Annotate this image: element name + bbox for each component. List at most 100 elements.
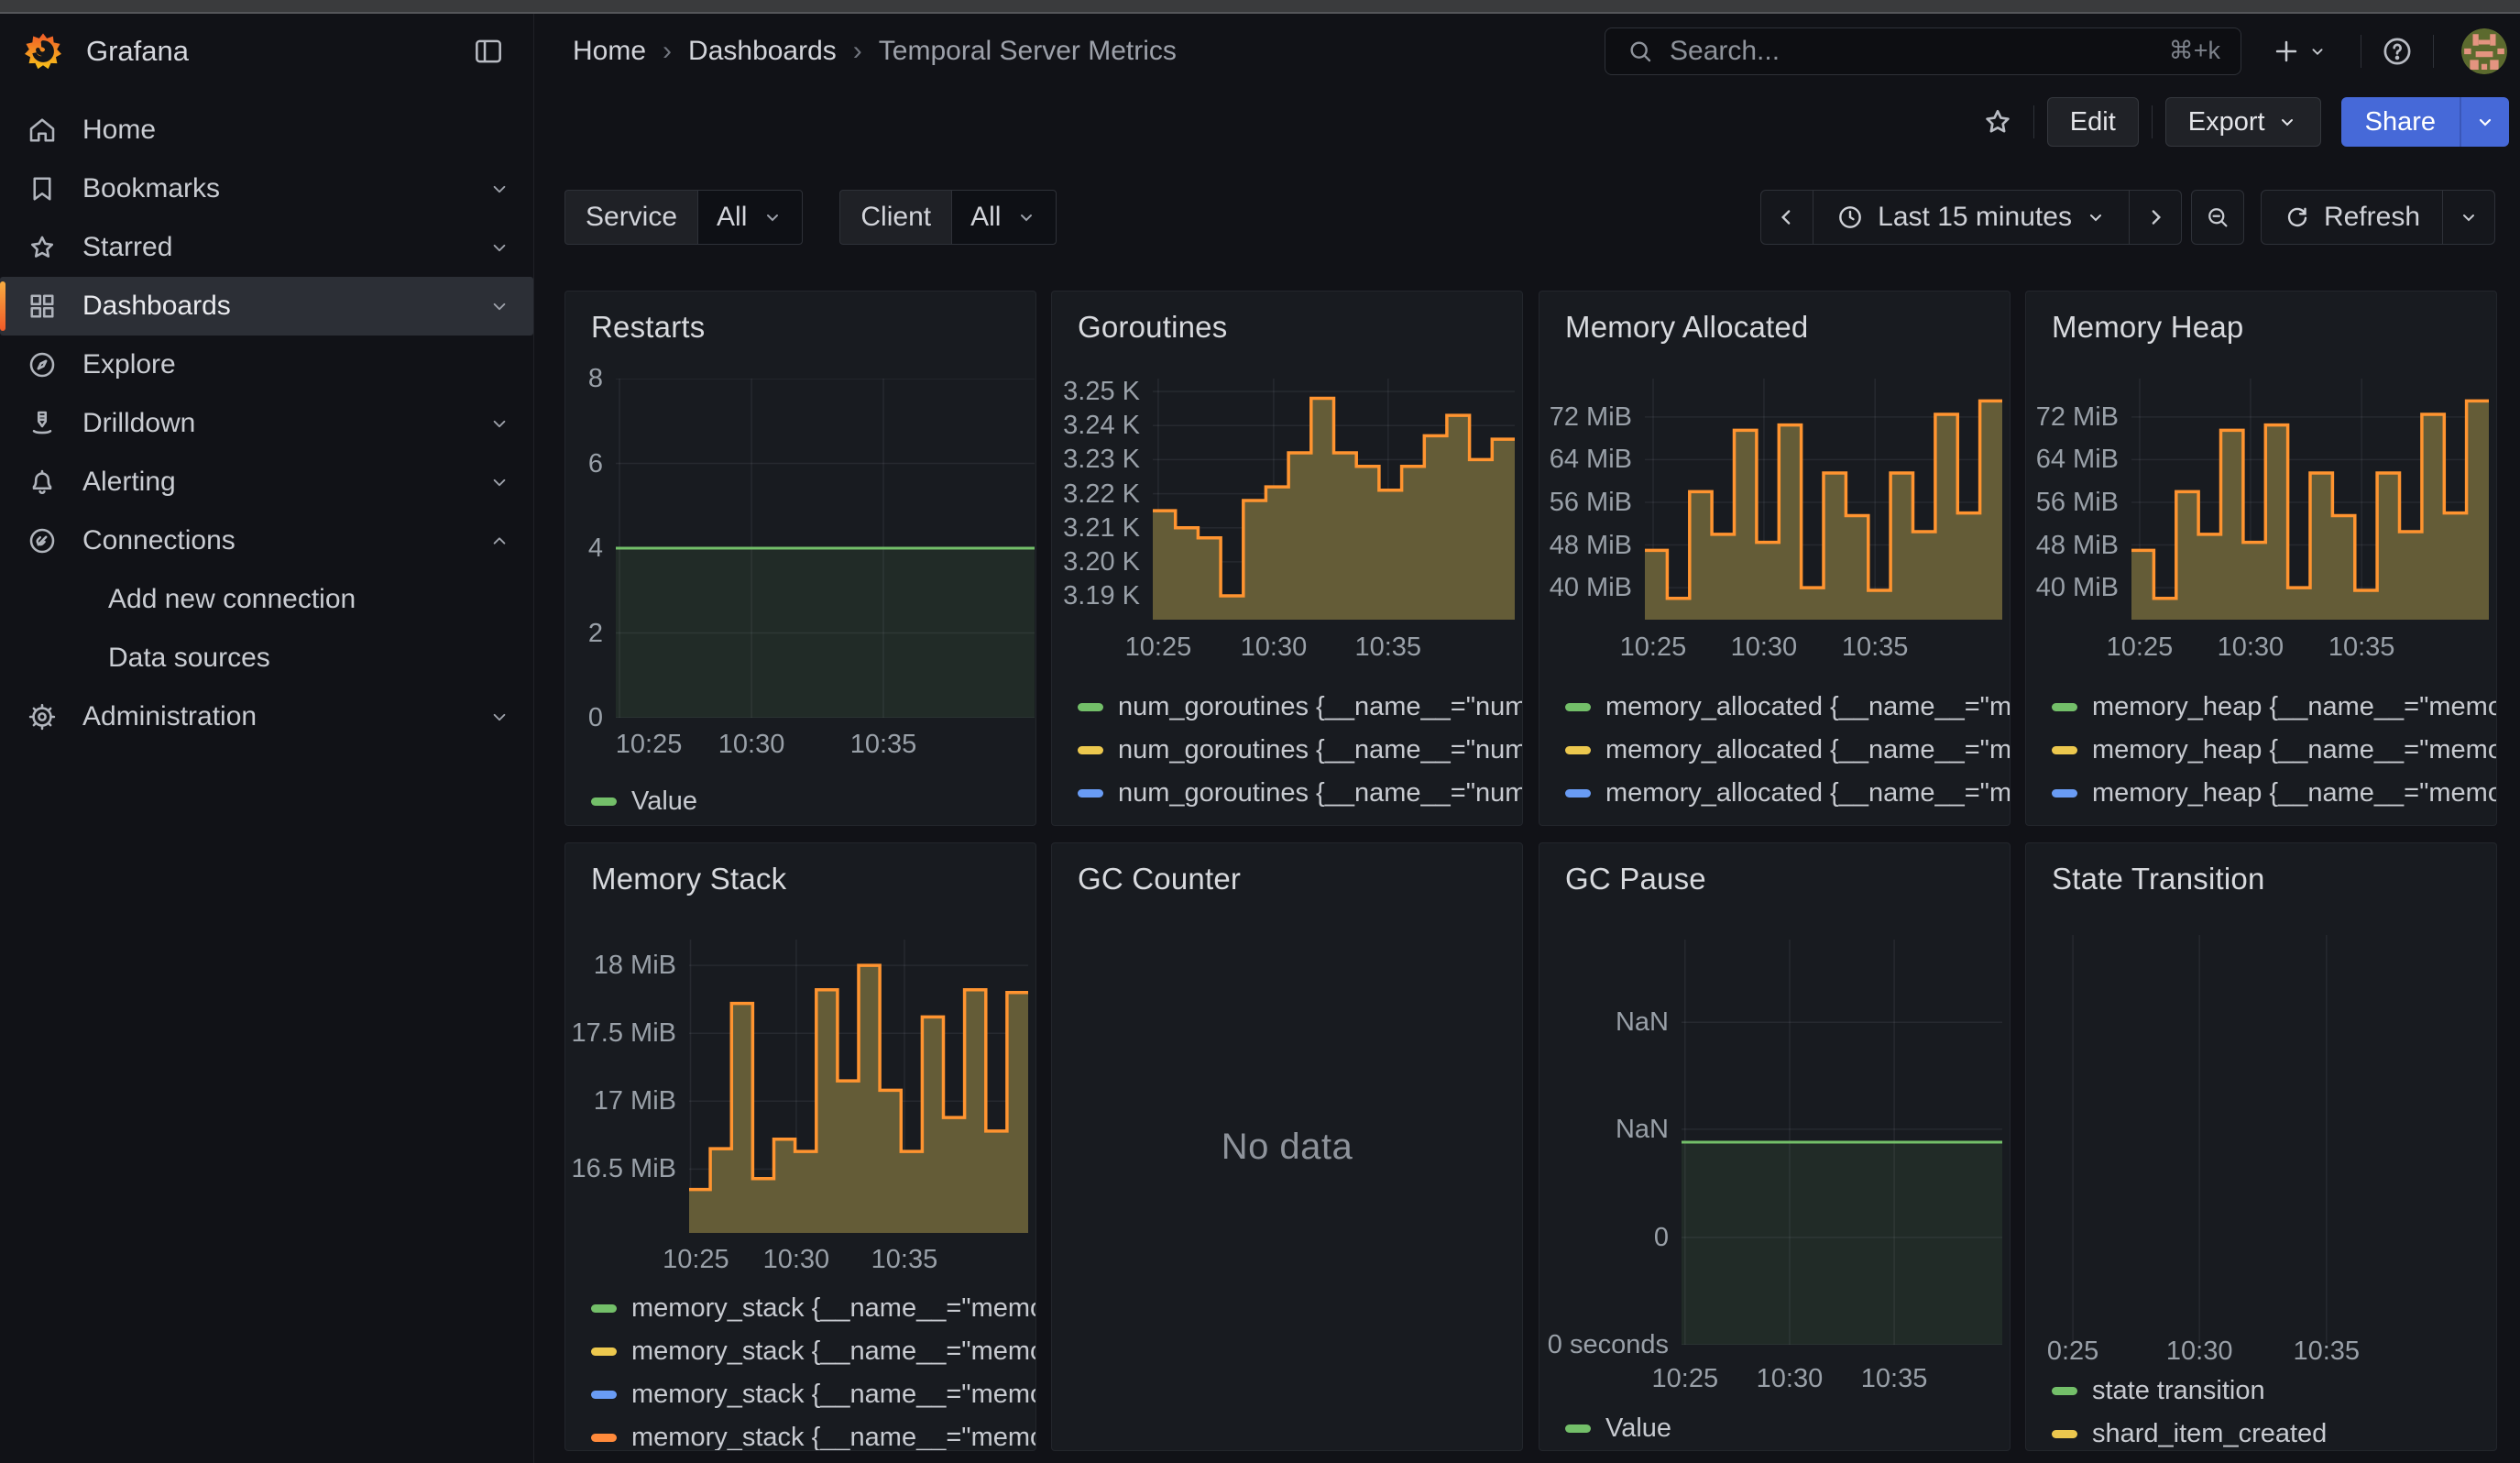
sidebar-item-alerting[interactable]: Alerting bbox=[0, 453, 533, 512]
zoom-out-button[interactable] bbox=[2191, 190, 2244, 245]
breadcrumb-current: Temporal Server Metrics bbox=[879, 36, 1177, 67]
legend-item[interactable]: Value bbox=[591, 786, 697, 817]
bookmark-icon bbox=[26, 172, 59, 205]
panel-memory-heap[interactable]: Memory Heap 72 MiB64 MiB56 MiB48 MiB40 M… bbox=[2025, 291, 2497, 826]
legend-item[interactable]: num_goroutines {__name__="num_go bbox=[1078, 692, 1523, 722]
legend-item[interactable]: memory_stack {__name__="memory_s bbox=[591, 1336, 1036, 1367]
refresh-interval-button[interactable] bbox=[2442, 190, 2495, 245]
sidebar-item-label: Administration bbox=[82, 701, 488, 732]
share-menu-button[interactable] bbox=[2460, 97, 2509, 147]
panel-title[interactable]: Memory Heap bbox=[2052, 310, 2243, 345]
legend-label: memory_stack {__name__="memory_s bbox=[631, 1336, 1036, 1367]
client-filter-value[interactable]: All bbox=[951, 190, 1057, 245]
legend-item[interactable]: memory_allocated {__name__="memc bbox=[1565, 778, 2011, 808]
panel-title[interactable]: GC Pause bbox=[1565, 862, 1706, 896]
sidebar-item-dashboards[interactable]: Dashboards bbox=[0, 277, 533, 336]
breadcrumb-separator: › bbox=[663, 36, 672, 67]
legend-item[interactable]: memory_heap {__name__="memory_h bbox=[2052, 692, 2497, 722]
panel-title[interactable]: Goroutines bbox=[1078, 310, 1227, 345]
legend-item[interactable]: memory_heap {__name__="memory_h bbox=[2052, 735, 2497, 765]
refresh-icon bbox=[2284, 204, 2311, 231]
legend-item[interactable]: memory_stack {__name__="memory_s bbox=[591, 1380, 1036, 1410]
breadcrumb-dashboards[interactable]: Dashboards bbox=[688, 36, 837, 67]
panel-memory-allocated[interactable]: Memory Allocated 72 MiB64 MiB56 MiB48 Mi… bbox=[1539, 291, 2011, 826]
legend-item[interactable]: Value bbox=[1565, 1414, 1671, 1444]
window-chrome-strip bbox=[0, 0, 2520, 14]
panel-goroutines[interactable]: Goroutines 3.25 K3.24 K3.23 K3.22 K3.21 … bbox=[1051, 291, 1523, 826]
share-button[interactable]: Share bbox=[2341, 97, 2460, 147]
refresh-group: Refresh bbox=[2261, 190, 2495, 245]
sidebar-item-drilldown[interactable]: Drilldown bbox=[0, 394, 533, 453]
nav-actions: Search... ⌘+k bbox=[1605, 28, 2520, 75]
panel-title[interactable]: State Transition bbox=[2052, 862, 2265, 896]
legend-item[interactable]: state transition bbox=[2052, 1376, 2265, 1406]
panel-gc-counter[interactable]: GC Counter No data bbox=[1051, 842, 1523, 1451]
x-axis-label: 10:30 bbox=[1730, 1364, 1849, 1393]
divider bbox=[2433, 35, 2434, 68]
export-button[interactable]: Export bbox=[2165, 97, 2321, 147]
sidebar-item-bookmarks[interactable]: Bookmarks bbox=[0, 160, 533, 218]
share-split-button: Share bbox=[2341, 97, 2509, 147]
time-shift-back-button[interactable] bbox=[1760, 190, 1813, 245]
sidebar-item-add-new-connection[interactable]: Add new connection bbox=[0, 570, 533, 629]
legend-swatch bbox=[1078, 789, 1103, 798]
edit-button[interactable]: Edit bbox=[2047, 97, 2139, 147]
legend-label: memory_stack {__name__="memory_s bbox=[631, 1293, 1036, 1324]
legend-item[interactable]: memory_heap {__name__="memory_h bbox=[2052, 778, 2497, 808]
breadcrumb-home[interactable]: Home bbox=[573, 36, 646, 67]
y-axis-label: 40 MiB bbox=[2026, 573, 2119, 602]
chevron-down-icon bbox=[1015, 206, 1037, 228]
y-axis-label: 8 bbox=[565, 364, 603, 393]
chevron-down-icon bbox=[488, 236, 511, 259]
star-icon bbox=[26, 231, 59, 264]
service-filter-value[interactable]: All bbox=[697, 190, 803, 245]
legend-item[interactable]: memory_stack {__name__="memory_s bbox=[591, 1423, 1036, 1451]
panel-state-transition[interactable]: State Transition 0:2510:3010:35state tra… bbox=[2025, 842, 2497, 1451]
link-icon bbox=[26, 524, 59, 557]
refresh-button[interactable]: Refresh bbox=[2261, 190, 2443, 245]
sidebar-item-data-sources[interactable]: Data sources bbox=[0, 629, 533, 688]
compass-icon bbox=[26, 348, 59, 381]
legend-item[interactable]: memory_allocated {__name__="memc bbox=[1565, 735, 2011, 765]
chart-plot bbox=[2131, 379, 2489, 620]
panel-restarts[interactable]: Restarts 8642010:2510:3010:35Value bbox=[564, 291, 1036, 826]
chevron-down-icon bbox=[488, 412, 511, 435]
sidebar-item-starred[interactable]: Starred bbox=[0, 218, 533, 277]
legend-item[interactable]: num_goroutines {__name__="num_go bbox=[1078, 778, 1523, 808]
panel-title[interactable]: Memory Stack bbox=[591, 862, 786, 896]
legend-item[interactable]: memory_heap {__name__="memory_h bbox=[2052, 821, 2497, 826]
legend-item[interactable]: memory_allocated {__name__="memc bbox=[1565, 821, 2011, 826]
sidebar-item-explore[interactable]: Explore bbox=[0, 336, 533, 394]
panel-gc-pause[interactable]: GC Pause NaNNaN00 seconds10:2510:3010:35… bbox=[1539, 842, 2011, 1451]
legend-label: memory_heap {__name__="memory_h bbox=[2092, 735, 2497, 765]
time-shift-forward-button[interactable] bbox=[2129, 190, 2182, 245]
panel-memory-stack[interactable]: Memory Stack 18 MiB17.5 MiB17 MiB16.5 Mi… bbox=[564, 842, 1036, 1451]
time-range-picker[interactable]: Last 15 minutes bbox=[1813, 190, 2130, 245]
legend-item[interactable]: num_goroutines {__name__="num_go bbox=[1078, 821, 1523, 826]
clock-icon bbox=[1835, 203, 1865, 232]
add-button[interactable] bbox=[2265, 35, 2333, 68]
user-avatar[interactable] bbox=[2461, 28, 2507, 74]
legend-label: memory_allocated {__name__="memc bbox=[1605, 735, 2011, 765]
y-axis-label: 3.19 K bbox=[1052, 581, 1140, 610]
sidebar-item-connections[interactable]: Connections bbox=[0, 512, 533, 570]
x-axis-label: 10:25 bbox=[1594, 632, 1713, 662]
legend-item[interactable]: num_goroutines {__name__="num_go bbox=[1078, 735, 1523, 765]
star-icon bbox=[1980, 104, 2015, 139]
sidebar-item-home[interactable]: Home bbox=[0, 101, 533, 160]
panel-title[interactable]: Restarts bbox=[591, 310, 705, 345]
y-axis-label: 4 bbox=[565, 534, 603, 563]
dashboard-toolbar: Edit Export Share bbox=[534, 88, 2520, 156]
legend-item[interactable]: shard_item_created bbox=[2052, 1419, 2327, 1449]
panel-title[interactable]: Memory Allocated bbox=[1565, 310, 1808, 345]
legend-item[interactable]: memory_allocated {__name__="memc bbox=[1565, 692, 2011, 722]
legend-item[interactable]: memory_stack {__name__="memory_s bbox=[591, 1293, 1036, 1324]
favorite-star-button[interactable] bbox=[1975, 99, 2021, 145]
search-input[interactable]: Search... ⌘+k bbox=[1605, 28, 2241, 75]
legend-label: memory_allocated {__name__="memc bbox=[1605, 778, 2011, 808]
help-button[interactable] bbox=[2374, 28, 2420, 74]
y-axis-label: 72 MiB bbox=[1539, 402, 1632, 432]
sidebar-toggle-button[interactable] bbox=[466, 28, 511, 74]
sidebar-item-administration[interactable]: Administration bbox=[0, 688, 533, 746]
x-axis-label: 10:30 bbox=[2191, 632, 2310, 662]
